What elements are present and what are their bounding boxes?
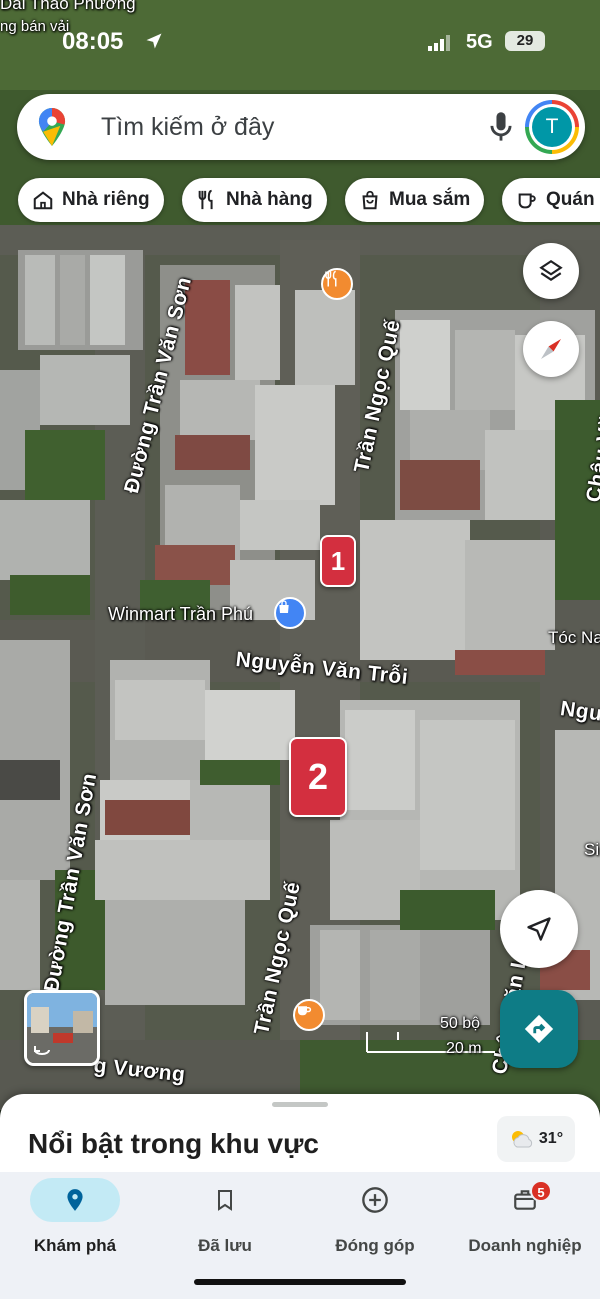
layers-icon [539,259,563,281]
scale-bar [366,1032,495,1053]
bookmark-icon [218,1190,232,1211]
scale-metric: 20 m [446,1040,482,1057]
my-location-button[interactable] [500,890,578,968]
account-avatar[interactable]: T [525,100,579,154]
avatar-initial: T [532,107,572,147]
navigation-arrow-icon [527,917,551,941]
place-label: Si [584,840,600,859]
restaurant-poi-icon[interactable] [321,268,353,300]
network-type: 5G [466,31,493,53]
chip-shopping[interactable]: Mua sắm [345,178,485,222]
shopping-bag-icon [362,190,378,210]
annotation-marker-2: 2 [289,737,347,817]
shopping-poi-icon[interactable] [274,597,306,629]
status-bar: 08:05 5G 29 [0,0,600,70]
sheet-title: Nổi bật trong khu vực [28,1128,319,1159]
nav-saved[interactable]: Đã lưu [150,1178,300,1256]
partly-cloudy-icon [511,1131,532,1148]
clock: 08:05 [62,28,124,55]
home-indicator [194,1279,406,1285]
search-input[interactable]: Tìm kiếm ở đây [101,113,274,142]
chip-label: Nhà riêng [62,189,150,210]
signal-icon [428,35,450,51]
chip-label: Mua sắm [389,189,471,210]
street-view-thumbnail[interactable] [24,990,100,1066]
microphone-icon[interactable] [487,110,515,144]
directions-button[interactable] [500,990,578,1068]
chip-restaurants[interactable]: Nhà hàng [182,178,327,222]
nav-explore[interactable]: Khám phá [0,1178,150,1256]
weather-chip[interactable]: 31° [497,1116,575,1162]
battery-indicator: 29 [505,31,545,51]
compass-button[interactable] [523,321,579,377]
place-label[interactable]: Tóc Na [548,628,600,648]
temperature: 31° [538,1130,564,1147]
chip-label: Nhà hàng [226,189,313,210]
notification-badge: 5 [530,1180,552,1202]
nav-business[interactable]: 5 Doanh nghiệp [450,1178,600,1256]
search-bar[interactable]: Tìm kiếm ở đây T [17,94,585,160]
layers-button[interactable] [523,243,579,299]
directions-icon [524,1014,554,1044]
nav-label: Đã lưu [198,1236,252,1255]
cafe-poi-icon[interactable] [293,999,325,1031]
scale-imperial: 50 bộ [440,1015,481,1032]
chip-home[interactable]: Nhà riêng [18,178,164,222]
restaurant-icon [198,189,213,210]
chip-cafe[interactable]: Quán [502,178,600,222]
place-label[interactable]: Winmart Trần Phú [108,604,253,625]
home-icon [33,191,53,210]
coffee-icon [518,193,536,209]
nav-label: Khám phá [33,1236,117,1255]
explore-pin-icon [67,1189,83,1211]
annotation-marker-1: 1 [320,535,356,587]
rotate-360-icon [34,1046,50,1055]
nav-contribute[interactable]: Đóng góp [300,1178,450,1256]
sheet-drag-handle[interactable] [272,1102,328,1107]
maps-pin-logo-icon [38,108,66,146]
nav-label: Doanh nghiệp [468,1236,582,1255]
compass-icon [541,339,561,359]
chip-label: Quán [546,189,595,210]
location-arrow-icon [146,33,162,49]
nav-label: Đóng góp [335,1236,415,1255]
add-circle-icon [362,1187,388,1213]
